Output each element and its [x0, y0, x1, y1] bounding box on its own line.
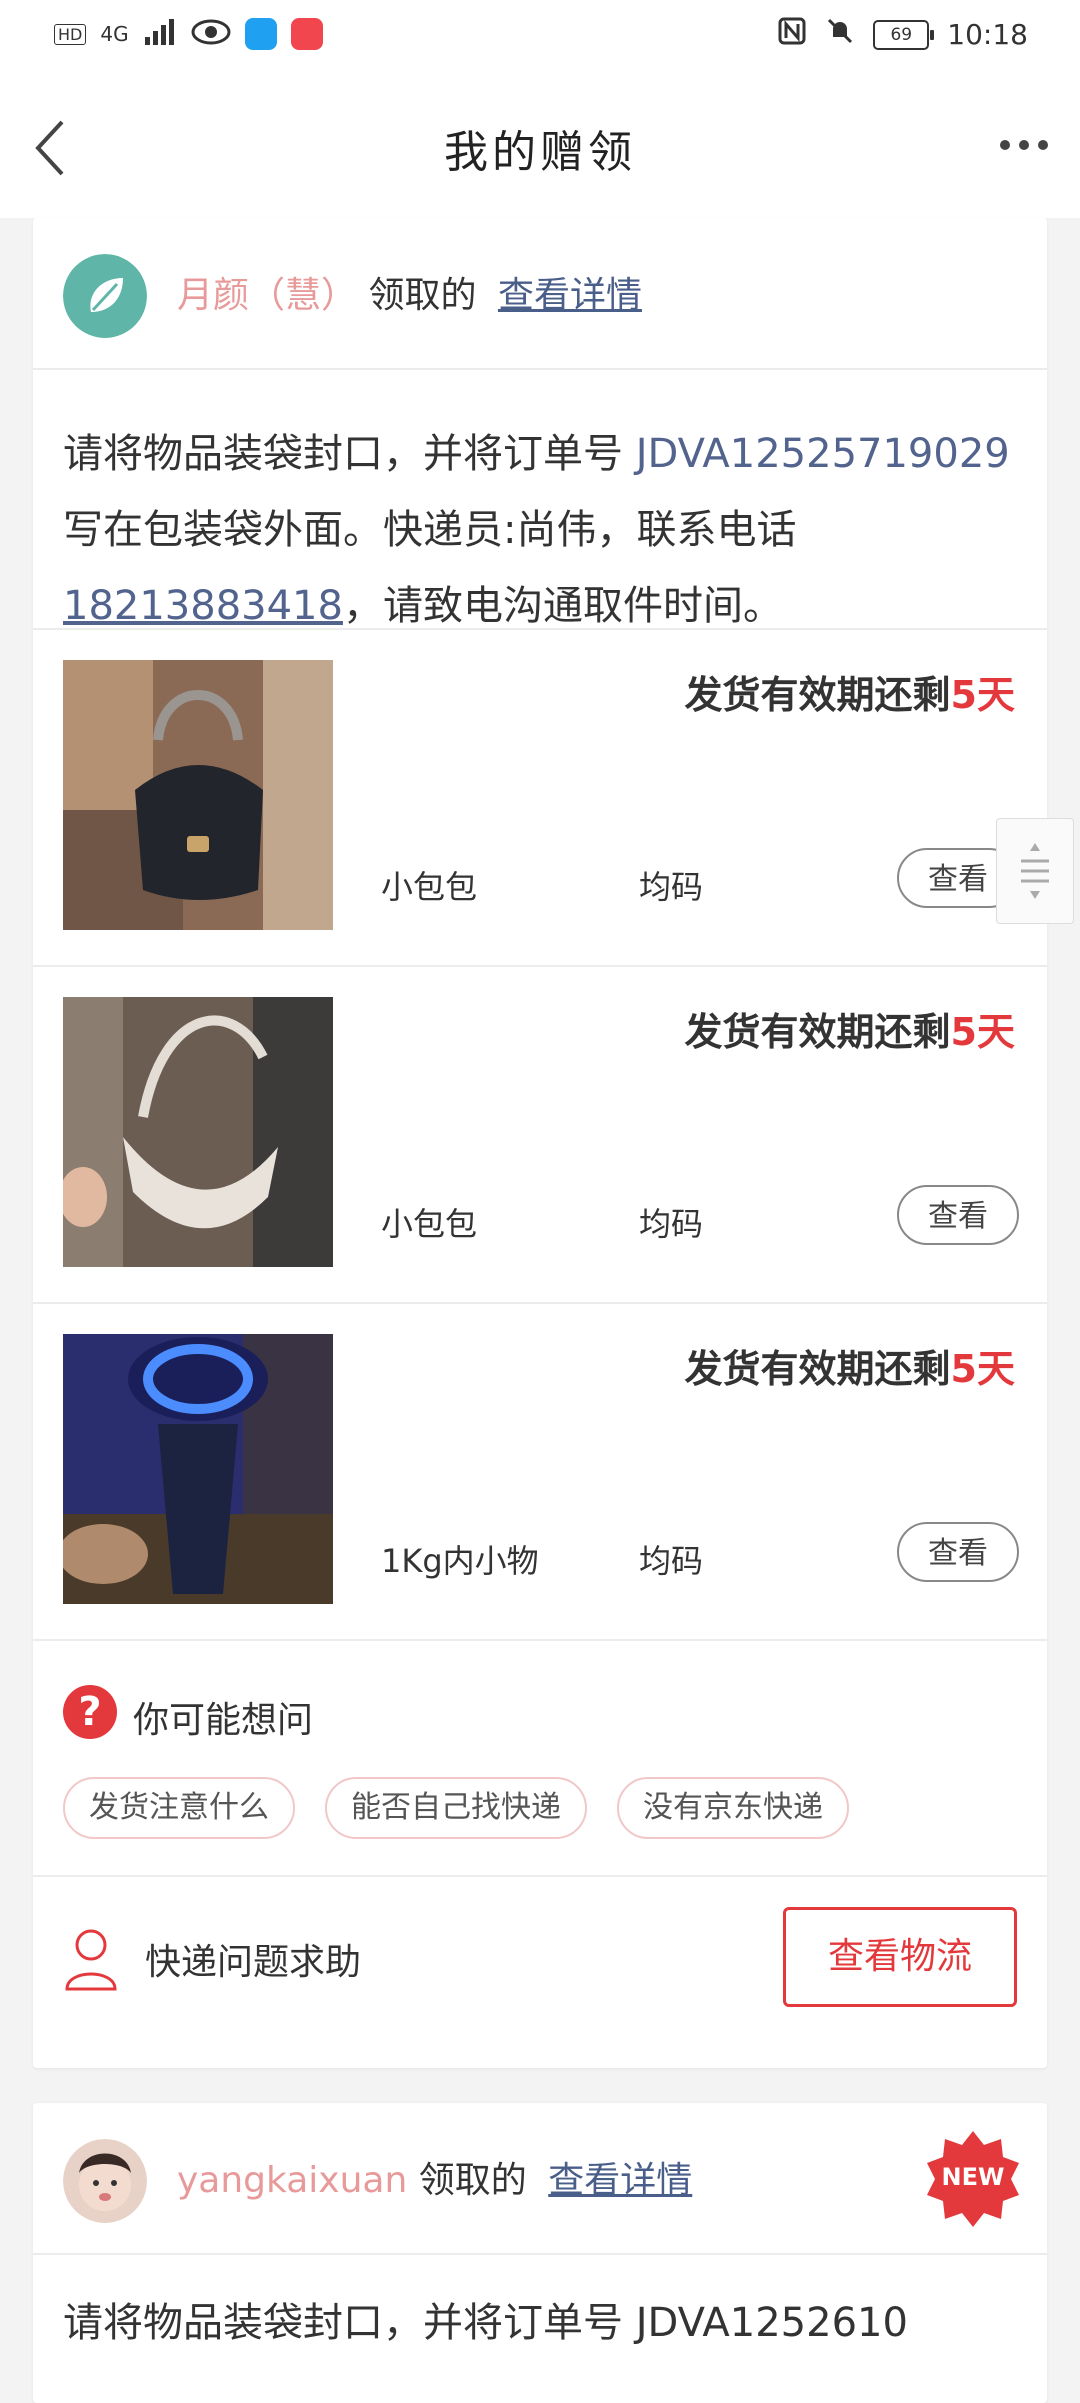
- search-app-icon: [244, 18, 277, 50]
- deadline-label: 发货有效期还剩: [684, 1010, 951, 1054]
- new-badge: NEW: [923, 2129, 1023, 2229]
- card-header: 月颜（慧） 领取的 查看详情: [33, 218, 1047, 370]
- deadline-label: 发货有效期还剩: [684, 1347, 951, 1391]
- claimed-text: 领取的: [418, 2160, 527, 2201]
- item-size: 均码: [639, 868, 704, 906]
- signal-icon: [143, 18, 177, 50]
- note-middle: 写在包装袋外面。快递员:尚伟，联系电话: [63, 507, 797, 553]
- list-item: 发货有效期还剩5天 小包包 均码 查看: [33, 630, 1047, 967]
- deadline-label: 发货有效期还剩: [684, 673, 951, 717]
- deadline-days: 5天: [950, 1010, 1015, 1054]
- ship-deadline: 发货有效期还剩5天: [685, 664, 1015, 719]
- view-details-link[interactable]: 查看详情: [498, 275, 642, 316]
- claimer-name: 月颜（慧）: [177, 275, 358, 316]
- list-item: 发货有效期还剩5天 小包包 均码 查看: [33, 967, 1047, 1304]
- item-photo-beauty-device[interactable]: [63, 1334, 333, 1604]
- courier-phone-link[interactable]: 18213883418: [63, 583, 343, 629]
- ship-deadline: 发货有效期还剩5天: [685, 1338, 1015, 1393]
- new-badge-text: NEW: [941, 2163, 1005, 2191]
- item-photo-black-bag[interactable]: [63, 660, 333, 930]
- person-icon: [63, 1927, 119, 1991]
- avatar: [63, 2139, 147, 2223]
- item-photo-white-bag[interactable]: [63, 997, 333, 1267]
- view-details-link[interactable]: 查看详情: [548, 2160, 692, 2201]
- item-size: 均码: [639, 1205, 704, 1243]
- courier-help-row: 快递问题求助 查看物流: [33, 1877, 1047, 2045]
- claim-line: yangkaixuan 领取的 查看详情: [177, 2151, 692, 2203]
- view-item-button[interactable]: 查看: [897, 1185, 1019, 1245]
- item-name: 小包包: [381, 868, 478, 906]
- view-item-button[interactable]: 查看: [897, 1522, 1019, 1582]
- deadline-days: 5天: [950, 673, 1015, 717]
- status-bar: HD 4G 69 10:18: [0, 0, 1080, 74]
- mute-bell-icon: [825, 16, 855, 53]
- clock: 10:18: [947, 18, 1028, 51]
- faq-chips: 发货注意什么 能否自己找快递 没有京东快递: [63, 1777, 849, 1839]
- claimed-text: 领取的: [368, 275, 477, 316]
- view-logistics-button[interactable]: 查看物流: [783, 1907, 1017, 2007]
- more-options-icon[interactable]: [1000, 140, 1048, 150]
- hd-indicator: HD: [54, 23, 87, 45]
- claimer-name: yangkaixuan: [177, 2160, 408, 2201]
- note-prefix: 请将物品装袋封口，并将订单号: [63, 431, 636, 477]
- item-name: 1Kg内小物: [381, 1542, 539, 1580]
- gift-claim-card: 月颜（慧） 领取的 查看详情 请将物品装袋封口，并将订单号 JDVA125257…: [33, 218, 1047, 2068]
- avatar: [63, 254, 147, 338]
- header: 我的赠领: [0, 74, 1080, 218]
- item-size: 均码: [639, 1542, 704, 1580]
- claim-line: 月颜（慧） 领取的 查看详情: [177, 266, 642, 318]
- battery-icon: 69: [873, 19, 935, 50]
- ship-deadline: 发货有效期还剩5天: [685, 1001, 1015, 1056]
- order-number: JDVA12525719029: [635, 431, 1010, 477]
- faq-section: ? 你可能想问 发货注意什么 能否自己找快递 没有京东快递: [33, 1641, 1047, 1877]
- network-indicator: 4G: [100, 22, 129, 46]
- list-item: 发货有效期还剩5天 1Kg内小物 均码 查看: [33, 1304, 1047, 1641]
- faq-chip[interactable]: 没有京东快递: [617, 1777, 849, 1839]
- page-title: 我的赠领: [444, 127, 636, 178]
- item-name: 小包包: [381, 1205, 478, 1243]
- huawei-app-icon: [290, 18, 323, 50]
- shipping-note: 请将物品装袋封口，并将订单号 JDVA12525719029 写在包装袋外面。快…: [33, 370, 1047, 630]
- shipping-note: 请将物品装袋封口，并将订单号 JDVA1252610: [63, 2300, 908, 2346]
- card-header: yangkaixuan 领取的 查看详情 NEW: [33, 2103, 1047, 2255]
- courier-help-label[interactable]: 快递问题求助: [145, 1933, 361, 1985]
- deadline-days: 5天: [950, 1347, 1015, 1391]
- gift-claim-card: yangkaixuan 领取的 查看详情 NEW 请将物品装袋封口，并将订单号 …: [33, 2103, 1047, 2403]
- status-right: 69 10:18: [777, 16, 1028, 53]
- note-suffix: ，请致电沟通取件时间。: [342, 583, 783, 629]
- eye-icon: [191, 19, 231, 50]
- faq-title: 你可能想问: [133, 1700, 314, 1741]
- question-mark-icon: ?: [63, 1685, 117, 1739]
- nfc-icon: [777, 16, 807, 53]
- faq-chip[interactable]: 发货注意什么: [63, 1777, 295, 1839]
- status-left: HD 4G: [54, 18, 323, 50]
- scroll-handle[interactable]: [996, 818, 1074, 924]
- faq-chip[interactable]: 能否自己找快递: [325, 1777, 587, 1839]
